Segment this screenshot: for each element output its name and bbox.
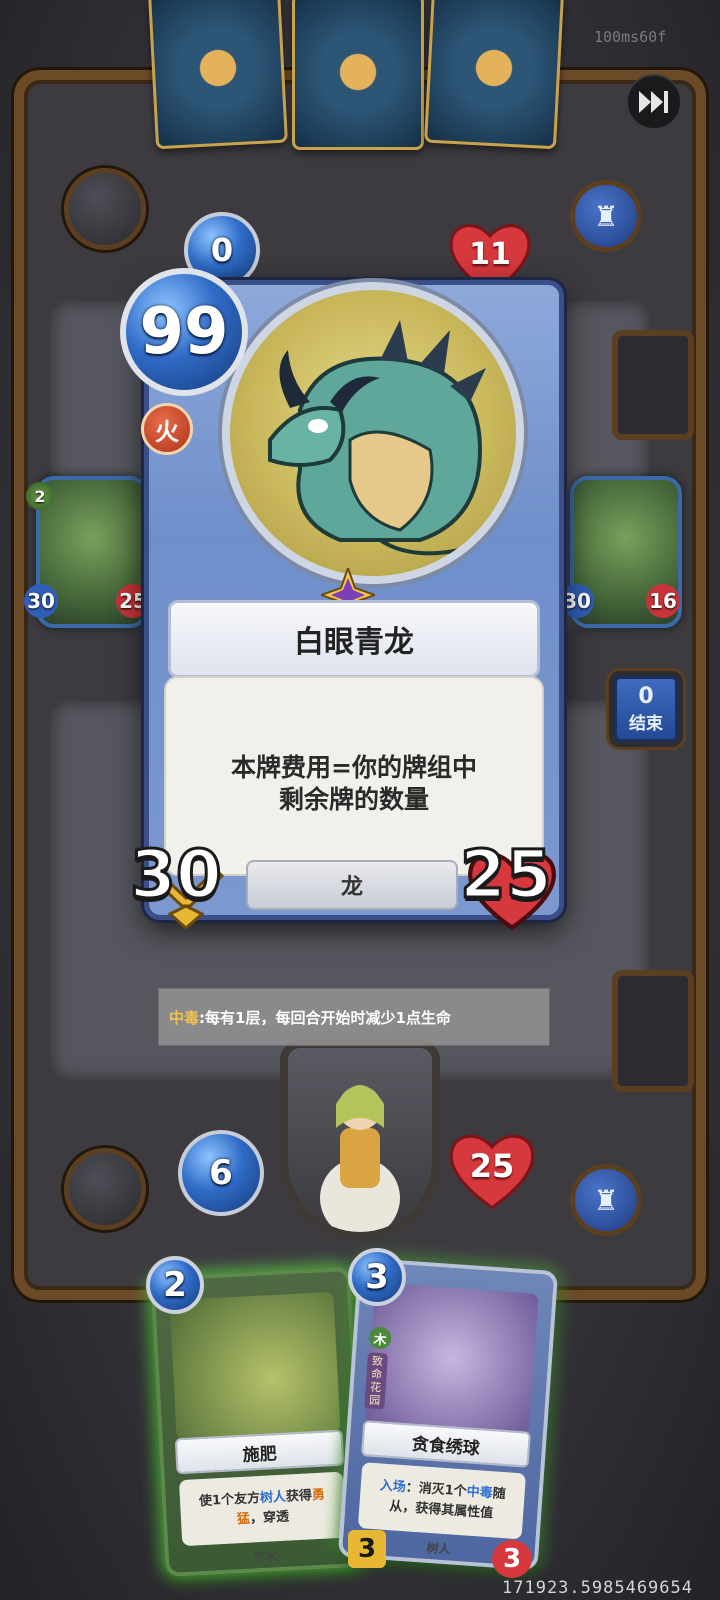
opponent-deck-card <box>292 0 424 150</box>
elf-hero-icon <box>320 1085 400 1232</box>
card-name: 白眼青龙 <box>168 600 540 678</box>
coords-readout: 171923.5985469654 <box>502 1578 693 1598</box>
card-cost-orb: 99 <box>120 268 248 396</box>
hand-card-description: 使1个友方树人获得勇猛，穿透 <box>178 1471 347 1547</box>
hand-card-desc-keyword: 中毒 <box>466 1484 494 1502</box>
hand-card-fertilize[interactable]: 施肥 使1个友方树人获得勇猛，穿透 咒术 <box>150 1266 366 1578</box>
player-empty-slot <box>64 1148 146 1230</box>
end-turn-label: 结束 <box>629 714 663 734</box>
player-side-deck <box>612 970 694 1092</box>
board-minion-right-health: 16 <box>646 584 680 618</box>
card-description-line2: 剩余牌的数量 <box>278 785 429 814</box>
end-turn-count: 0 <box>638 684 654 709</box>
card-health-value: 25 <box>459 835 554 915</box>
fast-forward-icon <box>639 91 668 113</box>
hand-card-description: 入场：消灭1个中毒随从，获得其属性值 <box>357 1462 527 1540</box>
hand-card-health: 3 <box>492 1540 532 1578</box>
skip-animation-button[interactable] <box>626 74 682 130</box>
hand-card-desc-text: 获得 <box>285 1488 313 1505</box>
end-turn-button[interactable]: 0 结束 <box>614 676 678 742</box>
castle-icon: ♜ <box>593 1183 619 1217</box>
tooltip-keyword: 中毒 <box>169 1008 200 1027</box>
latency-readout: 100ms60f <box>594 28 667 46</box>
hand-card-tag: 致命花园 <box>364 1352 389 1410</box>
card-portrait <box>222 282 524 584</box>
card-race-label: 龙 <box>246 860 458 910</box>
player-hero-portrait[interactable] <box>280 1040 440 1240</box>
hand-card-desc-keyword: 树人 <box>259 1489 287 1506</box>
hand-card-type: 咒术 <box>252 1549 278 1565</box>
hand-card-name: 施肥 <box>174 1429 345 1475</box>
board-minion-left-cost: 2 <box>26 482 54 510</box>
opponent-side-deck <box>612 330 694 440</box>
hand-card-desc-text: ：消灭1个 <box>405 1480 468 1500</box>
opponent-empty-slot <box>64 168 146 250</box>
hand-card-art <box>169 1291 341 1441</box>
opponent-deck-card <box>148 0 288 150</box>
player-health-value: 25 <box>469 1147 515 1185</box>
opponent-deck-card <box>424 0 564 150</box>
opponent-hero-power[interactable]: ♜ <box>570 180 642 252</box>
card-description-line1: 本牌费用=你的牌组中 <box>231 753 477 782</box>
castle-icon: ♜ <box>593 199 619 233</box>
dragon-illustration-icon <box>268 320 486 556</box>
tooltip-text: :每有1层，每回合开始时减少1点生命 <box>199 1008 451 1027</box>
card-element-badge: 火 <box>141 403 193 455</box>
card-attack-value: 30 <box>129 835 224 915</box>
player-health: 25 <box>446 1128 538 1212</box>
player-hero-power[interactable]: ♜ <box>570 1164 642 1236</box>
hand-card-desc-keyword: 入场 <box>379 1478 407 1496</box>
hand-card-art <box>365 1282 539 1434</box>
hand-card-attack: 3 <box>348 1530 386 1568</box>
board-minion-left-attack: 30 <box>24 584 58 618</box>
hand-card-cost: 3 <box>348 1248 406 1306</box>
player-mana-orb: 6 <box>178 1130 264 1216</box>
opponent-health-value: 11 <box>469 236 511 272</box>
hand-card-desc-text: ，穿透 <box>249 1509 290 1527</box>
hand-card-desc-text: 使1个友方 <box>198 1491 261 1510</box>
board-minion-right-attack: 30 <box>560 584 594 618</box>
hand-card-cost: 2 <box>146 1256 204 1314</box>
card-description: 本牌费用=你的牌组中 剩余牌的数量 <box>176 752 532 816</box>
keyword-tooltip: 中毒 :每有1层，每回合开始时减少1点生命 <box>158 988 550 1046</box>
